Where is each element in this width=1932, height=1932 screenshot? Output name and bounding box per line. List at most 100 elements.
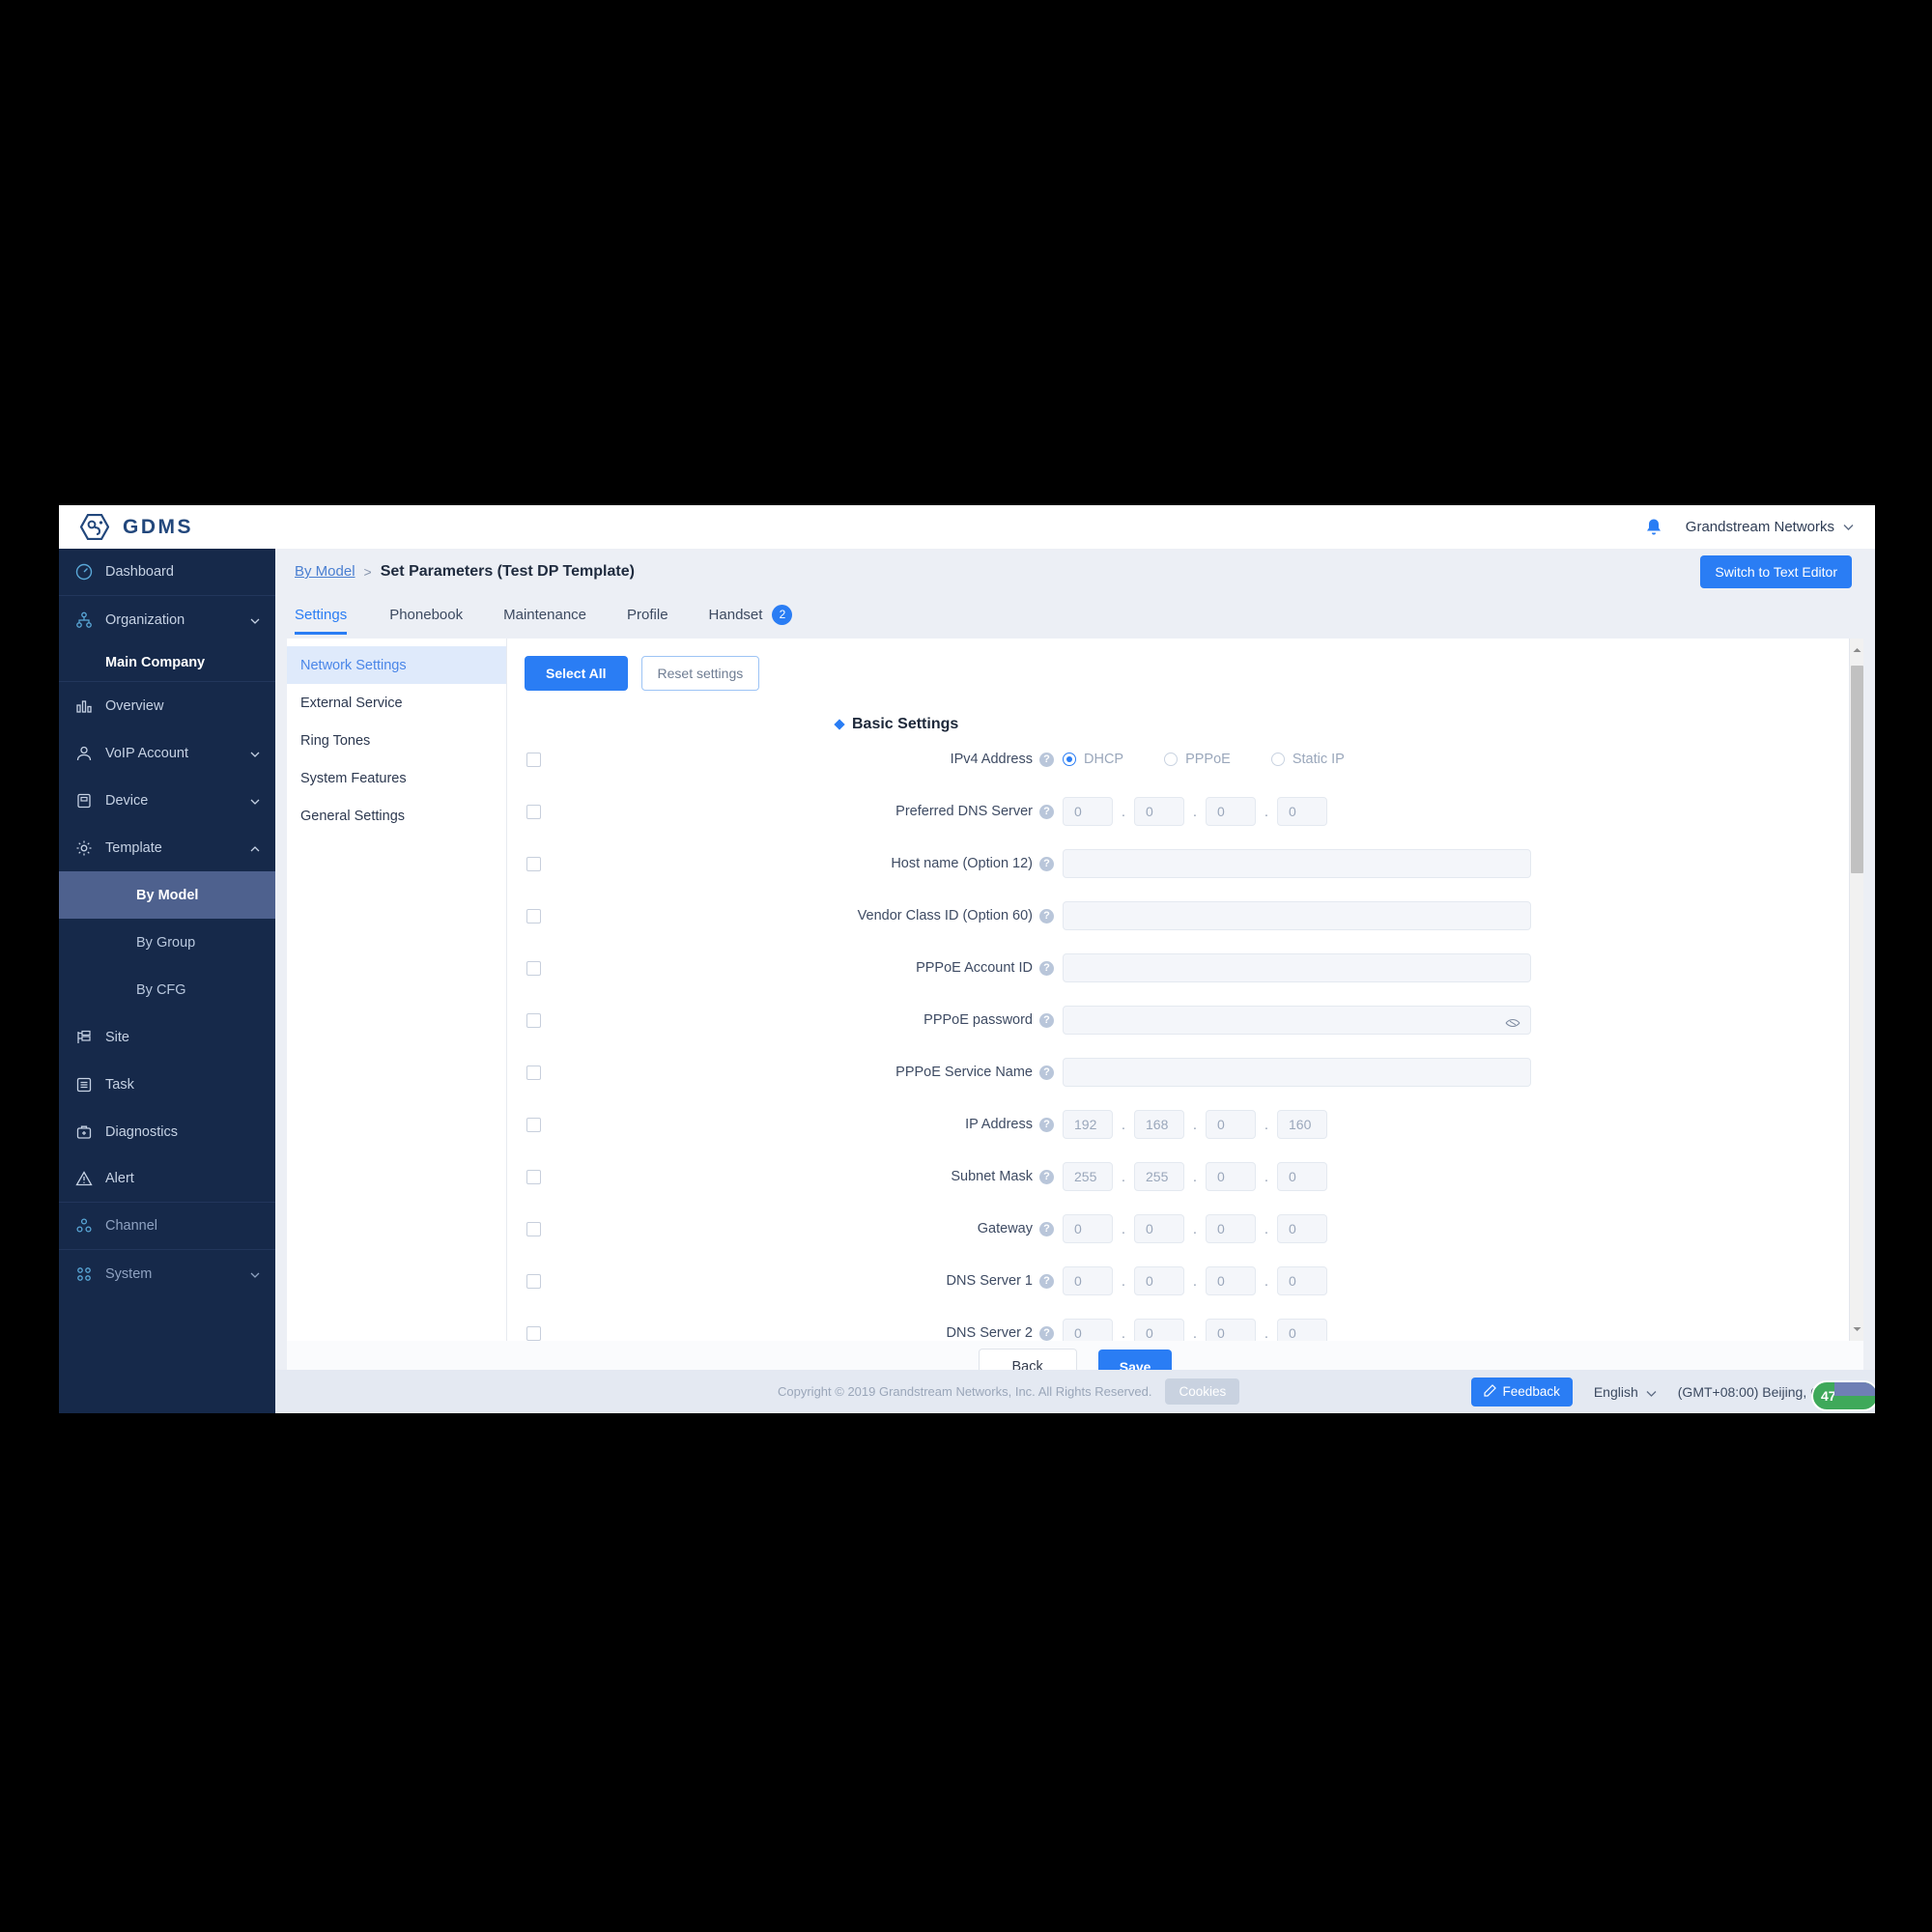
sidebar-item-alert[interactable]: Alert	[59, 1155, 275, 1203]
octet-input-2[interactable]: 0	[1134, 1266, 1184, 1295]
radio-pppoe[interactable]: PPPoE	[1164, 752, 1231, 767]
octet-input-1[interactable]: 0	[1063, 1214, 1113, 1243]
sidebar-item-channel[interactable]: Channel	[59, 1203, 275, 1250]
sidebar-item-by-cfg[interactable]: By CFG	[59, 966, 275, 1013]
scroll-up-arrow-icon[interactable]	[1850, 642, 1863, 658]
question-mark-icon[interactable]: ?	[1039, 752, 1054, 767]
tab-profile[interactable]: Profile	[607, 594, 689, 635]
form-vertical-scrollbar[interactable]	[1849, 639, 1863, 1341]
row-checkbox[interactable]	[526, 856, 541, 871]
row-checkbox[interactable]	[526, 804, 541, 819]
pppoe-password-input[interactable]	[1063, 1006, 1531, 1035]
sidebar-item-diagnostics[interactable]: Diagnostics	[59, 1108, 275, 1155]
question-mark-icon[interactable]: ?	[1039, 1325, 1054, 1341]
row-checkbox[interactable]	[526, 1325, 541, 1341]
switch-to-text-editor-button[interactable]: Switch to Text Editor	[1700, 554, 1852, 588]
cookies-button[interactable]: Cookies	[1165, 1378, 1240, 1405]
octet-input-3[interactable]: 0	[1206, 1319, 1256, 1341]
sidebar-item-template[interactable]: Template	[59, 824, 275, 871]
radio-static-ip[interactable]: Static IP	[1270, 752, 1345, 767]
row-checkbox[interactable]	[526, 1221, 541, 1236]
question-mark-icon[interactable]: ?	[1039, 908, 1054, 923]
octet-input-2[interactable]: 168	[1134, 1110, 1184, 1139]
select-all-button[interactable]: Select All	[525, 656, 628, 691]
octet-input-3[interactable]: 0	[1206, 1162, 1256, 1191]
octet-input-2[interactable]: 0	[1134, 797, 1184, 826]
subnav-item-system-features[interactable]: System Features	[287, 759, 506, 797]
octet-input-4[interactable]: 0	[1277, 797, 1327, 826]
scroll-down-arrow-icon[interactable]	[1850, 1321, 1863, 1337]
octet-input-4[interactable]: 0	[1277, 1266, 1327, 1295]
subnav-item-ring-tones[interactable]: Ring Tones	[287, 722, 506, 759]
scrollbar-thumb[interactable]	[1851, 666, 1863, 873]
sidebar-item-task[interactable]: Task	[59, 1061, 275, 1108]
question-mark-icon[interactable]: ?	[1039, 1169, 1054, 1184]
sidebar-item-organization[interactable]: Organization	[59, 596, 275, 643]
floating-status-badge[interactable]: 47	[1811, 1380, 1875, 1411]
sidebar-item-device[interactable]: Device	[59, 777, 275, 824]
row-checkbox[interactable]	[526, 908, 541, 923]
sidebar-item-dashboard[interactable]: Dashboard	[59, 549, 275, 596]
row-checkbox[interactable]	[526, 752, 541, 767]
tab-handset[interactable]: Handset 2	[689, 594, 813, 635]
row-checkbox[interactable]	[526, 1012, 541, 1028]
brand[interactable]: GDMS	[59, 514, 193, 540]
notification-bell-icon[interactable]	[1645, 518, 1662, 537]
sidebar-item-voip-account[interactable]: VoIP Account	[59, 729, 275, 777]
sidebar-item-overview[interactable]: Overview	[59, 682, 275, 729]
vendor-class-id-input[interactable]	[1063, 901, 1531, 930]
question-mark-icon[interactable]: ?	[1039, 804, 1054, 819]
sidebar-item-site[interactable]: Site	[59, 1013, 275, 1061]
octet-input-4[interactable]: 0	[1277, 1319, 1327, 1341]
row-checkbox[interactable]	[526, 1169, 541, 1184]
question-mark-icon[interactable]: ?	[1039, 856, 1054, 871]
octet-input-1[interactable]: 192	[1063, 1110, 1113, 1139]
octet-input-3[interactable]: 0	[1206, 1214, 1256, 1243]
octet-input-3[interactable]: 0	[1206, 797, 1256, 826]
tab-settings[interactable]: Settings	[295, 594, 369, 635]
octet-input-3[interactable]: 0	[1206, 1110, 1256, 1139]
octet-input-2[interactable]: 0	[1134, 1214, 1184, 1243]
pppoe-service-name-input[interactable]	[1063, 1058, 1531, 1087]
row-checkbox[interactable]	[526, 960, 541, 976]
eye-toggle-icon[interactable]	[1505, 1015, 1520, 1028]
feedback-button[interactable]: Feedback	[1470, 1377, 1573, 1406]
sidebar-label: Diagnostics	[105, 1123, 178, 1140]
question-mark-icon[interactable]: ?	[1039, 1273, 1054, 1289]
row-checkbox[interactable]	[526, 1273, 541, 1289]
octet-input-3[interactable]: 0	[1206, 1266, 1256, 1295]
sidebar-label: By Group	[136, 934, 196, 951]
pppoe-account-id-input[interactable]	[1063, 953, 1531, 982]
octet-input-4[interactable]: 160	[1277, 1110, 1327, 1139]
sidebar-item-system[interactable]: System	[59, 1250, 275, 1297]
sidebar-item-main-company[interactable]: Main Company	[59, 643, 275, 682]
row-checkbox[interactable]	[526, 1117, 541, 1132]
subnav-item-network-settings[interactable]: Network Settings	[287, 646, 506, 684]
octet-input-1[interactable]: 0	[1063, 1319, 1113, 1341]
question-mark-icon[interactable]: ?	[1039, 1221, 1054, 1236]
octet-input-1[interactable]: 255	[1063, 1162, 1113, 1191]
tab-phonebook[interactable]: Phonebook	[369, 594, 483, 635]
reset-settings-button[interactable]: Reset settings	[640, 656, 760, 691]
account-menu[interactable]: Grandstream Networks	[1686, 519, 1854, 535]
octet-input-4[interactable]: 0	[1277, 1162, 1327, 1191]
octet-input-2[interactable]: 255	[1134, 1162, 1184, 1191]
sidebar-item-by-group[interactable]: By Group	[59, 919, 275, 966]
octet-input-1[interactable]: 0	[1063, 797, 1113, 826]
language-selector[interactable]: English	[1594, 1384, 1657, 1400]
subnav-item-external-service[interactable]: External Service	[287, 684, 506, 722]
octet-input-4[interactable]: 0	[1277, 1214, 1327, 1243]
host-name-input[interactable]	[1063, 849, 1531, 878]
radio-dhcp[interactable]: DHCP	[1063, 752, 1123, 767]
tab-maintenance[interactable]: Maintenance	[483, 594, 607, 635]
question-mark-icon[interactable]: ?	[1039, 1012, 1054, 1028]
row-checkbox[interactable]	[526, 1065, 541, 1080]
question-mark-icon[interactable]: ?	[1039, 960, 1054, 976]
octet-input-2[interactable]: 0	[1134, 1319, 1184, 1341]
question-mark-icon[interactable]: ?	[1039, 1065, 1054, 1080]
octet-input-1[interactable]: 0	[1063, 1266, 1113, 1295]
sidebar-item-by-model[interactable]: By Model	[59, 871, 275, 919]
subnav-item-general-settings[interactable]: General Settings	[287, 797, 506, 835]
breadcrumb-link-by-model[interactable]: By Model	[295, 563, 355, 580]
question-mark-icon[interactable]: ?	[1039, 1117, 1054, 1132]
